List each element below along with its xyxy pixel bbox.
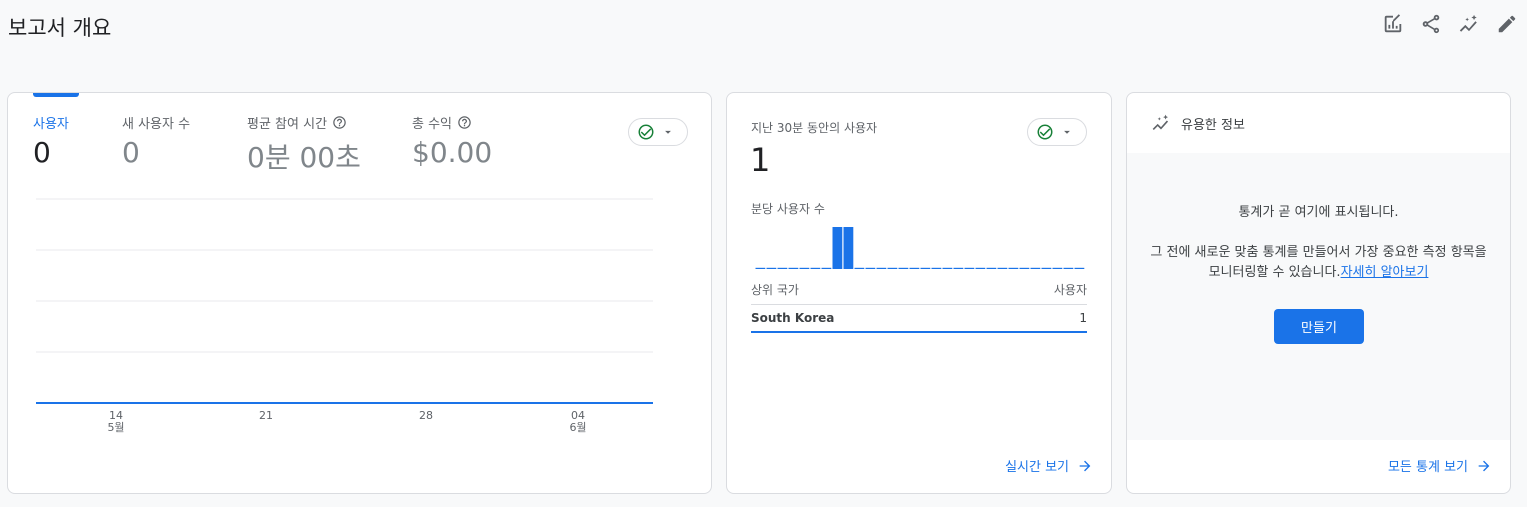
bar: [1063, 267, 1074, 269]
bar: [854, 267, 865, 269]
bar: [1052, 267, 1063, 269]
toolbar: [1381, 12, 1519, 36]
bar: [832, 227, 843, 269]
learn-more-link[interactable]: 자세히 알아보기: [1341, 265, 1429, 280]
bar: [876, 267, 887, 269]
x-tick-month-label: 6월: [569, 421, 586, 434]
insights-header: 유용한 정보: [1127, 93, 1510, 153]
bar: [997, 267, 1008, 269]
bar: [953, 267, 964, 269]
view-all-insights-label: 모든 통계 보기: [1387, 460, 1468, 475]
bar: [964, 267, 975, 269]
bar: [887, 267, 898, 269]
insights-description-text: 그 전에 새로운 맞춤 통계를 만들어서 가장 중요한 측정 항목을 모니터링할…: [1150, 245, 1487, 280]
bar: [865, 267, 876, 269]
pencil-icon[interactable]: [1495, 12, 1519, 36]
insights-icon: [1151, 113, 1171, 133]
users-per-minute-bar-chart: [755, 227, 1085, 269]
bar: [931, 267, 942, 269]
page-title: 보고서 개요: [8, 16, 112, 40]
bar: [788, 267, 799, 269]
x-tick-label: 21: [259, 409, 273, 422]
view-realtime-link[interactable]: 실시간 보기: [1005, 456, 1093, 475]
bar: [920, 267, 931, 269]
bar: [821, 267, 832, 269]
insights-description: 그 전에 새로운 맞춤 통계를 만들어서 가장 중요한 측정 항목을 모니터링할…: [1147, 243, 1490, 283]
bar: [810, 267, 821, 269]
country-cell: South Korea: [751, 311, 835, 325]
bar: [799, 267, 810, 269]
insights-icon[interactable]: [1457, 12, 1481, 36]
share-icon[interactable]: [1419, 12, 1443, 36]
bar: [975, 267, 986, 269]
bar: [986, 267, 997, 269]
bar: [898, 267, 909, 269]
bar: [1019, 267, 1030, 269]
x-tick-month-label: 5월: [107, 421, 124, 434]
insights-message: 통계가 곧 여기에 표시됩니다.: [1238, 205, 1399, 220]
table-row[interactable]: South Korea 1: [751, 304, 1087, 333]
x-tick-label: 28: [419, 409, 433, 422]
bar: [755, 267, 766, 269]
bar: [1030, 267, 1041, 269]
users-line-chart: 145월21 28 046월: [36, 198, 653, 434]
bar: [1041, 267, 1052, 269]
edit-report-icon[interactable]: [1381, 12, 1405, 36]
create-button[interactable]: 만들기: [1274, 309, 1364, 344]
overview-card: 사용자 0 새 사용자 수 0 평균 참여 시간 0분 00초 총 수익 $0.…: [7, 92, 712, 494]
insights-title: 유용한 정보: [1181, 117, 1245, 133]
bar: [843, 227, 854, 269]
realtime-card: 지난 30분 동안의 사용자 1 분당 사용자 수 상위 국가 사용자 Sout…: [726, 92, 1112, 494]
bar: [909, 267, 920, 269]
top-countries-header: 상위 국가: [751, 283, 799, 297]
view-realtime-label: 실시간 보기: [1005, 460, 1069, 475]
users-header: 사용자: [1053, 283, 1087, 297]
arrow-right-icon: [1077, 458, 1093, 474]
users-cell: 1: [1079, 311, 1087, 325]
insights-body: 통계가 곧 여기에 표시됩니다. 그 전에 새로운 맞춤 통계를 만들어서 가장…: [1127, 153, 1510, 440]
bar: [777, 267, 788, 269]
arrow-right-icon: [1476, 458, 1492, 474]
bar: [1074, 267, 1085, 269]
view-all-insights-link[interactable]: 모든 통계 보기: [1388, 456, 1492, 475]
bar: [942, 267, 953, 269]
bar: [1008, 267, 1019, 269]
insights-card: 유용한 정보 통계가 곧 여기에 표시됩니다. 그 전에 새로운 맞춤 통계를 …: [1126, 92, 1511, 494]
bar: [766, 267, 777, 269]
